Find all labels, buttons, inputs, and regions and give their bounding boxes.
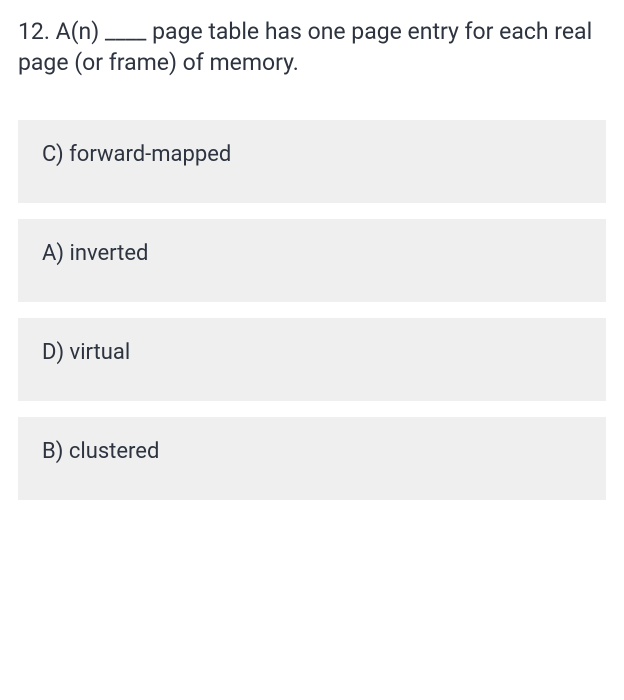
option-b[interactable]: B) clustered (18, 417, 606, 500)
option-a[interactable]: A) inverted (18, 219, 606, 302)
option-label: C) forward-mapped (42, 142, 231, 167)
option-label: B) clustered (42, 439, 159, 464)
option-c[interactable]: C) forward-mapped (18, 120, 606, 203)
options-list: C) forward-mapped A) inverted D) virtual… (18, 120, 606, 500)
question-body: A(n) ____ page table has one page entry … (18, 18, 592, 76)
option-label: D) virtual (42, 340, 130, 365)
question-number: 12. (18, 18, 50, 45)
question-text: 12. A(n) ____ page table has one page en… (18, 16, 606, 78)
option-label: A) inverted (42, 241, 148, 266)
option-d[interactable]: D) virtual (18, 318, 606, 401)
